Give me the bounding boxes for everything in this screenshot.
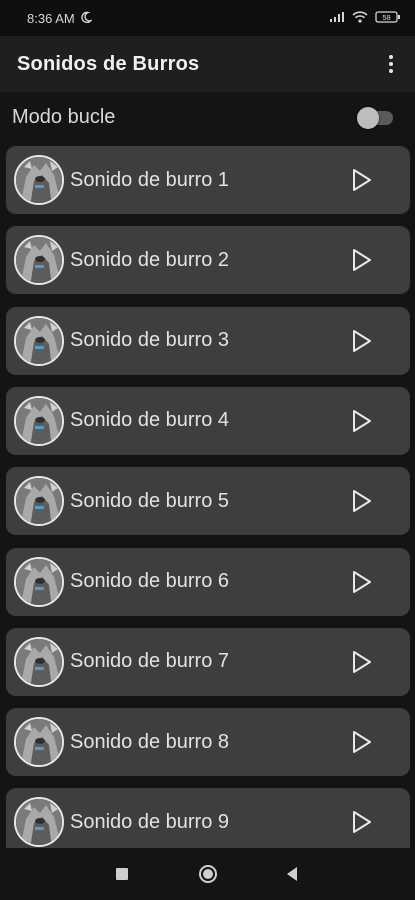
sound-list-item[interactable]: Sonido de burro 8 xyxy=(6,708,410,777)
sound-label: Sonido de burro 4 xyxy=(70,409,230,432)
status-time: 8:36 AM xyxy=(27,10,75,26)
play-icon[interactable] xyxy=(340,640,384,684)
loop-mode-label: Modo bucle xyxy=(12,105,116,128)
play-icon[interactable] xyxy=(340,319,384,363)
sound-label: Sonido de burro 8 xyxy=(70,730,230,753)
play-icon[interactable] xyxy=(340,720,384,764)
play-icon[interactable] xyxy=(340,238,384,282)
donkey-avatar xyxy=(14,636,64,687)
status-bar: 8:36 AM 58 xyxy=(0,0,415,36)
sound-list-item[interactable]: Sonido de burro 7 xyxy=(6,627,410,696)
wifi-icon xyxy=(352,10,368,26)
play-icon[interactable] xyxy=(340,479,384,523)
app-title: Sonidos de Burros xyxy=(17,52,200,75)
donkey-avatar xyxy=(14,395,64,446)
sound-list-item[interactable]: Sonido de burro 3 xyxy=(6,306,410,375)
sound-list-item[interactable]: Sonido de burro 1 xyxy=(6,146,410,214)
sound-list: Sonido de burro 1 Sonido de burro 2 Sonido… xyxy=(6,146,410,848)
sound-label: Sonido de burro 1 xyxy=(70,168,230,191)
sound-label: Sonido de burro 3 xyxy=(70,329,230,352)
play-icon[interactable] xyxy=(340,800,384,844)
battery-level-text: 58 xyxy=(382,13,390,22)
donkey-avatar xyxy=(14,556,64,607)
sound-label: Sonido de burro 6 xyxy=(70,570,230,592)
donkey-avatar xyxy=(14,155,64,205)
donkey-avatar xyxy=(14,717,64,768)
sound-list-item[interactable]: Sonido de burro 2 xyxy=(6,226,410,295)
recents-square-icon[interactable] xyxy=(102,848,142,900)
signal-icon xyxy=(329,11,345,26)
sound-list-item[interactable]: Sonido de burro 9 xyxy=(6,788,410,848)
sound-label: Sonido de burro 9 xyxy=(70,810,230,833)
donkey-avatar xyxy=(14,315,64,366)
battery-icon: 58 xyxy=(375,10,401,26)
loop-mode-toggle[interactable] xyxy=(357,107,393,129)
loop-mode-row: Modo bucle xyxy=(0,98,415,136)
sound-label: Sonido de burro 5 xyxy=(70,489,230,512)
more-vert-icon[interactable] xyxy=(379,44,403,84)
moon-icon xyxy=(80,11,93,26)
donkey-avatar xyxy=(14,476,64,527)
sound-label: Sonido de burro 7 xyxy=(70,650,230,673)
navigation-bar xyxy=(0,848,415,900)
home-circle-icon[interactable] xyxy=(188,848,228,900)
play-icon[interactable] xyxy=(340,158,384,202)
back-triangle-icon[interactable] xyxy=(272,848,312,900)
app-bar: Sonidos de Burros xyxy=(0,36,415,92)
sound-list-item[interactable]: Sonido de burro 4 xyxy=(6,386,410,455)
sound-label: Sonido de burro 2 xyxy=(70,248,230,271)
sound-list-item[interactable]: Sonido de burro 5 xyxy=(6,467,410,536)
donkey-avatar xyxy=(14,235,64,286)
play-icon[interactable] xyxy=(340,399,384,443)
donkey-avatar xyxy=(14,797,64,848)
sound-list-item[interactable]: Sonido de burro 6 xyxy=(6,547,410,616)
play-icon[interactable] xyxy=(340,560,384,604)
